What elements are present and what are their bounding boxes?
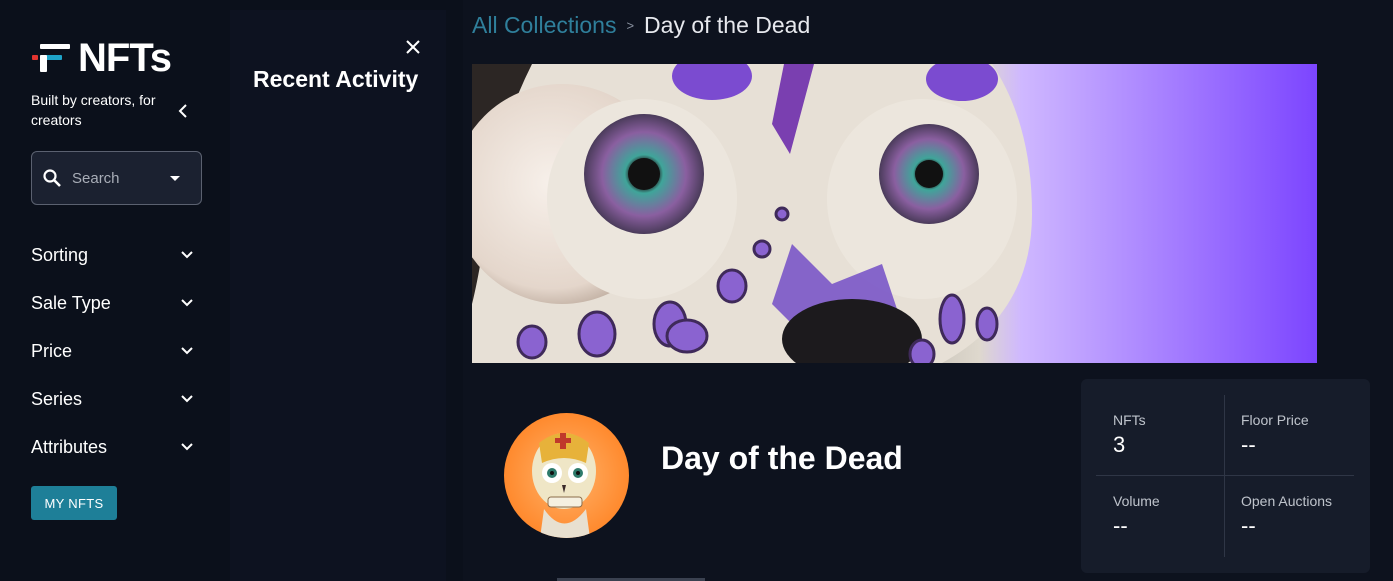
collection-title: Day of the Dead — [661, 440, 903, 476]
chevron-down-icon — [181, 249, 193, 261]
filter-label: Series — [31, 388, 83, 409]
chevron-left-icon — [178, 104, 187, 118]
close-icon — [406, 40, 420, 54]
tagline: Built by creators, for creators — [31, 92, 156, 128]
stat-volume: Volume -- — [1113, 493, 1241, 539]
breadcrumb: All Collections > Day of the Dead — [472, 12, 810, 39]
my-nfts-button[interactable]: MY NFTS — [31, 486, 117, 520]
breadcrumb-all-collections-link[interactable]: All Collections — [472, 12, 616, 39]
filter-label: Price — [31, 340, 73, 361]
chevron-down-icon — [181, 297, 193, 309]
page: NFTs Built by creators, for creators Sor… — [0, 0, 1393, 581]
stat-label: Volume — [1113, 493, 1160, 509]
logo-text: NFTs — [78, 36, 172, 80]
stat-label: NFTs — [1113, 412, 1146, 428]
breadcrumb-separator: > — [626, 18, 635, 33]
filter-sorting[interactable]: Sorting — [31, 240, 193, 270]
filter-label: Sorting — [31, 244, 89, 265]
search-box[interactable] — [31, 151, 202, 205]
stat-open-auctions: Open Auctions -- — [1241, 493, 1369, 539]
filter-price[interactable]: Price — [31, 336, 193, 366]
stat-value: 3 — [1113, 432, 1126, 457]
close-activity-button[interactable] — [402, 36, 424, 58]
breadcrumb-current: Day of the Dead — [644, 12, 811, 38]
search-dropdown-caret-icon[interactable] — [170, 175, 180, 181]
collection-avatar — [504, 413, 629, 538]
sidebar: NFTs Built by creators, for creators Sor… — [0, 0, 224, 581]
main-content: All Collections > Day of the Dead Day of… — [463, 0, 1393, 581]
stat-value: -- — [1241, 432, 1256, 457]
filter-label: Attributes — [31, 436, 108, 457]
collapse-sidebar-button[interactable] — [172, 100, 194, 122]
logo-mark-icon — [32, 40, 72, 76]
skull-avatar-art — [532, 433, 596, 538]
recent-activity-title: Recent Activity — [253, 66, 419, 92]
filter-label: Sale Type — [31, 292, 111, 313]
stat-floor-price: Floor Price -- — [1241, 412, 1369, 458]
search-input[interactable] — [72, 169, 162, 187]
chevron-down-icon — [181, 441, 193, 453]
stat-nfts: NFTs 3 — [1113, 412, 1241, 458]
chevron-down-icon — [181, 393, 193, 405]
stat-value: -- — [1241, 513, 1256, 538]
stat-value: -- — [1113, 513, 1128, 538]
stats-divider-horizontal — [1096, 475, 1354, 476]
filter-sale-type[interactable]: Sale Type — [31, 288, 193, 318]
collection-stats-card: NFTs 3 Floor Price -- Volume -- Open Auc… — [1081, 379, 1370, 573]
sugar-skull-banner-art — [472, 64, 1317, 363]
brand-logo[interactable]: NFTs — [32, 36, 172, 80]
search-icon — [43, 169, 61, 187]
filter-series[interactable]: Series — [31, 384, 193, 414]
chevron-down-icon — [181, 345, 193, 357]
filter-attributes[interactable]: Attributes — [31, 432, 193, 462]
stat-label: Open Auctions — [1241, 493, 1333, 509]
stat-label: Floor Price — [1241, 412, 1309, 428]
collection-banner-image — [472, 64, 1317, 363]
recent-activity-panel: Recent Activity — [230, 10, 446, 581]
